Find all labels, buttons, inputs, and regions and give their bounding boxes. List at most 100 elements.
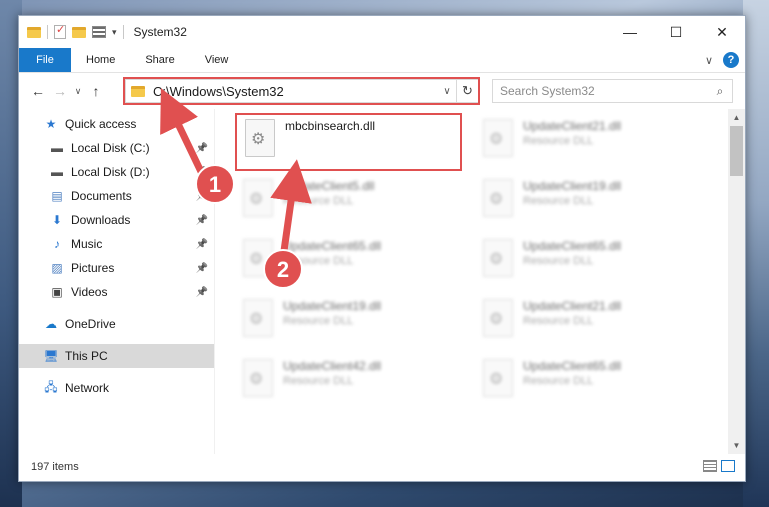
ribbon-tabs: File Home Share View ∨ ?	[19, 48, 745, 73]
file-item[interactable]: UpdateClient5.dll Resource DLL	[235, 175, 455, 231]
desktop-background-right	[743, 0, 769, 507]
status-bar: 197 items	[19, 453, 745, 481]
pin-icon: 📌	[195, 190, 208, 202]
sidebar-item[interactable]: ▣ Videos 📌	[19, 280, 214, 304]
file-type: Resource DLL	[283, 315, 354, 327]
address-bar[interactable]: C:\Windows\System32 ∨ ↻	[125, 79, 479, 103]
sidebar-item-label: Local Disk (D:)	[71, 165, 150, 179]
sidebar-item-label: This PC	[65, 349, 108, 363]
up-button[interactable]: ↑	[85, 83, 107, 99]
file-explorer-window: ▾ System32 — ☐ ✕ File Home Share View ∨ …	[18, 15, 746, 482]
tab-view[interactable]: View	[190, 48, 244, 72]
sidebar-item-label: OneDrive	[65, 317, 116, 331]
file-item[interactable]: UpdateClient21.dll Resource DLL	[475, 115, 695, 171]
file-list: mbcbinsearch.dll UpdateClient21.dll Resou…	[214, 109, 745, 454]
music-icon: ♪	[54, 237, 60, 251]
item-count: 197 items	[31, 461, 79, 473]
sidebar-item-label: Documents	[71, 189, 132, 203]
sidebar-item[interactable]: ★ Quick access	[19, 112, 214, 136]
drive-icon: ▬	[51, 165, 63, 179]
sidebar-item[interactable]: 🖧 Network	[19, 376, 214, 400]
tab-home[interactable]: Home	[71, 48, 130, 72]
scroll-up-icon[interactable]: ▲	[728, 109, 745, 126]
file-type: Resource DLL	[283, 195, 354, 207]
address-path[interactable]: C:\Windows\System32	[153, 84, 438, 99]
tab-share[interactable]: Share	[130, 48, 189, 72]
customize-toolbar-chevron-icon[interactable]: ▾	[112, 27, 117, 38]
dll-file-icon	[483, 299, 513, 337]
file-item[interactable]: UpdateClient19.dll Resource DLL	[475, 175, 695, 231]
dll-file-icon	[243, 299, 273, 337]
file-item[interactable]: UpdateClient65.dll Resource DLL	[475, 355, 695, 411]
view-toggle	[703, 460, 735, 472]
refresh-button[interactable]: ↻	[456, 80, 478, 102]
sidebar-item[interactable]: 🖥 This PC	[19, 344, 214, 368]
download-icon: ⬇	[51, 213, 63, 227]
folder-icon	[131, 85, 145, 97]
pin-icon: 📌	[195, 166, 208, 178]
sidebar-item-label: Quick access	[65, 117, 137, 131]
window-controls: — ☐ ✕	[607, 16, 745, 48]
file-item[interactable]: UpdateClient21.dll Resource DLL	[475, 295, 695, 351]
file-item[interactable]: mbcbinsearch.dll	[237, 115, 457, 171]
address-dropdown-icon[interactable]: ∨	[438, 86, 456, 97]
explorer-body: ★ Quick access ▬ Local Disk (C:) 📌 ▬ Local Dis…	[19, 109, 745, 454]
details-view-icon[interactable]	[703, 460, 717, 472]
close-button[interactable]: ✕	[699, 16, 745, 48]
sidebar-item-label: Network	[65, 381, 110, 395]
vertical-scrollbar[interactable]: ▲ ▼	[728, 109, 745, 454]
search-box[interactable]: Search System32 ⌕	[492, 79, 733, 103]
dll-file-icon	[483, 359, 513, 397]
large-icons-view-icon[interactable]	[721, 460, 735, 472]
dll-file-icon	[243, 359, 273, 397]
file-item[interactable]: UpdateClient42.dll Resource DLL	[235, 355, 455, 411]
sidebar-item[interactable]: ▨ Pictures 📌	[19, 256, 214, 280]
scroll-down-icon[interactable]: ▼	[728, 437, 745, 454]
cloud-icon: ☁	[45, 317, 57, 331]
file-name: mbcbinsearch.dll	[285, 119, 376, 133]
dll-file-icon	[483, 179, 513, 217]
sidebar-item-label: Local Disk (C:)	[71, 141, 150, 155]
forward-button[interactable]: →	[49, 83, 71, 99]
file-item[interactable]: UpdateClient19.dll Resource DLL	[235, 295, 455, 351]
dll-file-icon	[245, 119, 275, 157]
pin-icon: 📌	[195, 286, 208, 298]
recent-locations-button[interactable]: ∨	[71, 86, 85, 97]
computer-icon: 🖥	[43, 349, 59, 363]
sidebar-item[interactable]: ☁ OneDrive	[19, 312, 214, 336]
sidebar-item[interactable]: ⬇ Downloads 📌	[19, 208, 214, 232]
scrollbar-thumb[interactable]	[730, 126, 743, 176]
search-input[interactable]: Search System32	[500, 84, 708, 98]
help-icon[interactable]: ?	[723, 52, 739, 68]
ribbon-right-controls: ∨ ?	[705, 52, 739, 68]
file-item[interactable]: UpdateClient65.dll Resource DLL	[235, 235, 455, 291]
view-options-icon[interactable]	[92, 26, 106, 38]
file-name: UpdateClient19.dll	[523, 179, 622, 193]
pin-icon: 📌	[195, 214, 208, 226]
title-bar: ▾ System32 — ☐ ✕	[19, 16, 745, 48]
search-icon[interactable]: ⌕	[708, 84, 732, 99]
network-icon: 🖧	[44, 379, 58, 394]
file-name: UpdateClient5.dll	[283, 179, 375, 193]
maximize-button[interactable]: ☐	[653, 16, 699, 48]
sidebar-item[interactable]: ▬ Local Disk (C:) 📌	[19, 136, 214, 160]
properties-icon[interactable]	[54, 23, 66, 39]
minimize-button[interactable]: —	[607, 16, 653, 48]
sidebar-item-label: Downloads	[71, 213, 131, 227]
new-folder-icon[interactable]	[72, 26, 86, 38]
file-type: Resource DLL	[283, 375, 354, 387]
tab-file[interactable]: File	[19, 48, 71, 72]
file-type: Resource DLL	[523, 135, 594, 147]
sidebar-item[interactable]: ▤ Documents 📌	[19, 184, 214, 208]
sidebar-item-label: Pictures	[71, 261, 115, 275]
back-button[interactable]: ←	[27, 83, 49, 99]
sidebar-item-label: Music	[71, 237, 103, 251]
file-name: UpdateClient42.dll	[283, 359, 382, 373]
dll-file-icon	[243, 239, 273, 277]
sidebar-item[interactable]: ♪ Music 📌	[19, 232, 214, 256]
file-item[interactable]: UpdateClient65.dll Resource DLL	[475, 235, 695, 291]
toolbar-divider	[122, 25, 124, 39]
sidebar-item[interactable]: ▬ Local Disk (D:) 📌	[19, 160, 214, 184]
navigation-pane: ★ Quick access ▬ Local Disk (C:) 📌 ▬ Local Dis…	[19, 109, 214, 454]
expand-ribbon-chevron-icon[interactable]: ∨	[705, 54, 713, 67]
